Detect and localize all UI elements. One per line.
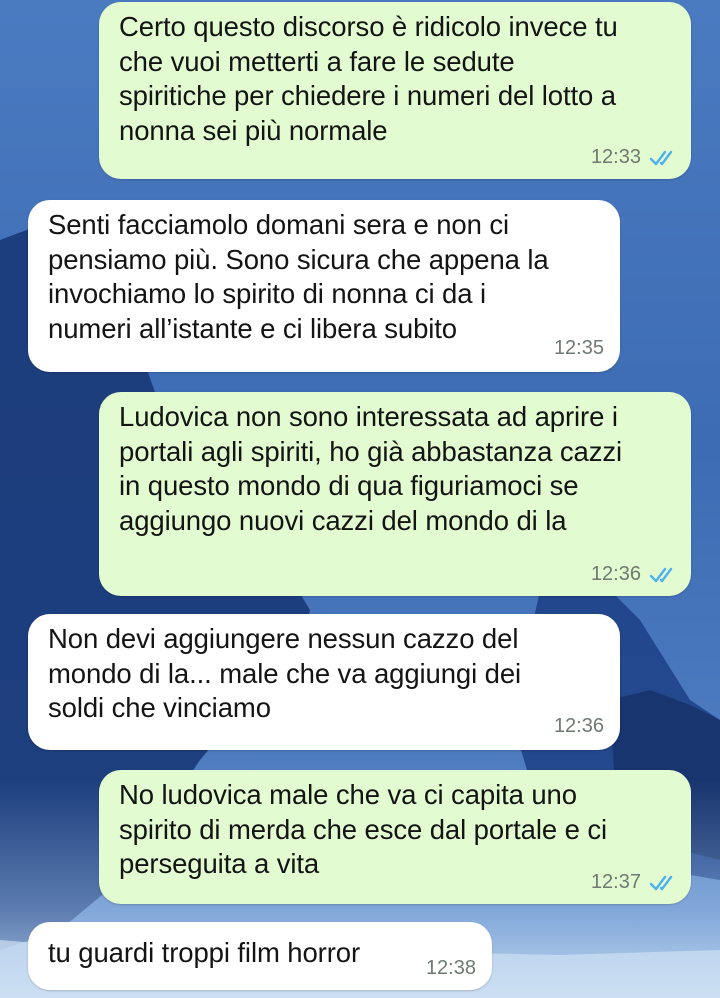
message-text: tu guardi troppi film horror — [48, 937, 361, 968]
message-text: Ludovica non sono interessata ad aprire … — [119, 401, 623, 536]
message-meta: 12:36 — [554, 715, 604, 738]
message-text: Certo questo discorso è ridicolo invece … — [119, 11, 618, 146]
message-meta: 12:38 — [426, 957, 476, 980]
conversation[interactable]: Certo questo discorso è ridicolo invece … — [0, 0, 720, 998]
message-meta: 12:33 — [591, 146, 677, 169]
message-time: 12:36 — [553, 715, 604, 737]
double-check-read-icon — [649, 567, 673, 582]
double-check-read-icon — [649, 875, 673, 890]
message-time: 12:38 — [425, 957, 476, 979]
message-time: 12:35 — [553, 337, 604, 359]
message-outgoing[interactable]: Ludovica non sono interessata ad aprire … — [99, 392, 691, 596]
message-outgoing[interactable]: No ludovica male che va ci capita uno sp… — [99, 770, 691, 904]
message-text: Non devi aggiungere nessun cazzo del mon… — [48, 623, 522, 723]
message-meta: 12:37 — [591, 871, 677, 894]
message-time: 12:33 — [590, 146, 641, 168]
message-time: 12:37 — [590, 871, 641, 893]
message-incoming[interactable]: Non devi aggiungere nessun cazzo del mon… — [28, 614, 620, 750]
double-check-read-icon — [649, 150, 673, 165]
message-time: 12:36 — [590, 563, 641, 585]
message-meta: 12:36 — [591, 563, 677, 586]
message-incoming[interactable]: tu guardi troppi film horror 12:38 — [28, 922, 492, 990]
message-meta: 12:35 — [554, 337, 604, 360]
message-outgoing[interactable]: Certo questo discorso è ridicolo invece … — [99, 2, 691, 179]
message-text: Senti facciamolo domani sera e non ci pe… — [48, 209, 549, 344]
message-text: No ludovica male che va ci capita uno sp… — [119, 779, 607, 879]
message-incoming[interactable]: Senti facciamolo domani sera e non ci pe… — [28, 200, 620, 372]
